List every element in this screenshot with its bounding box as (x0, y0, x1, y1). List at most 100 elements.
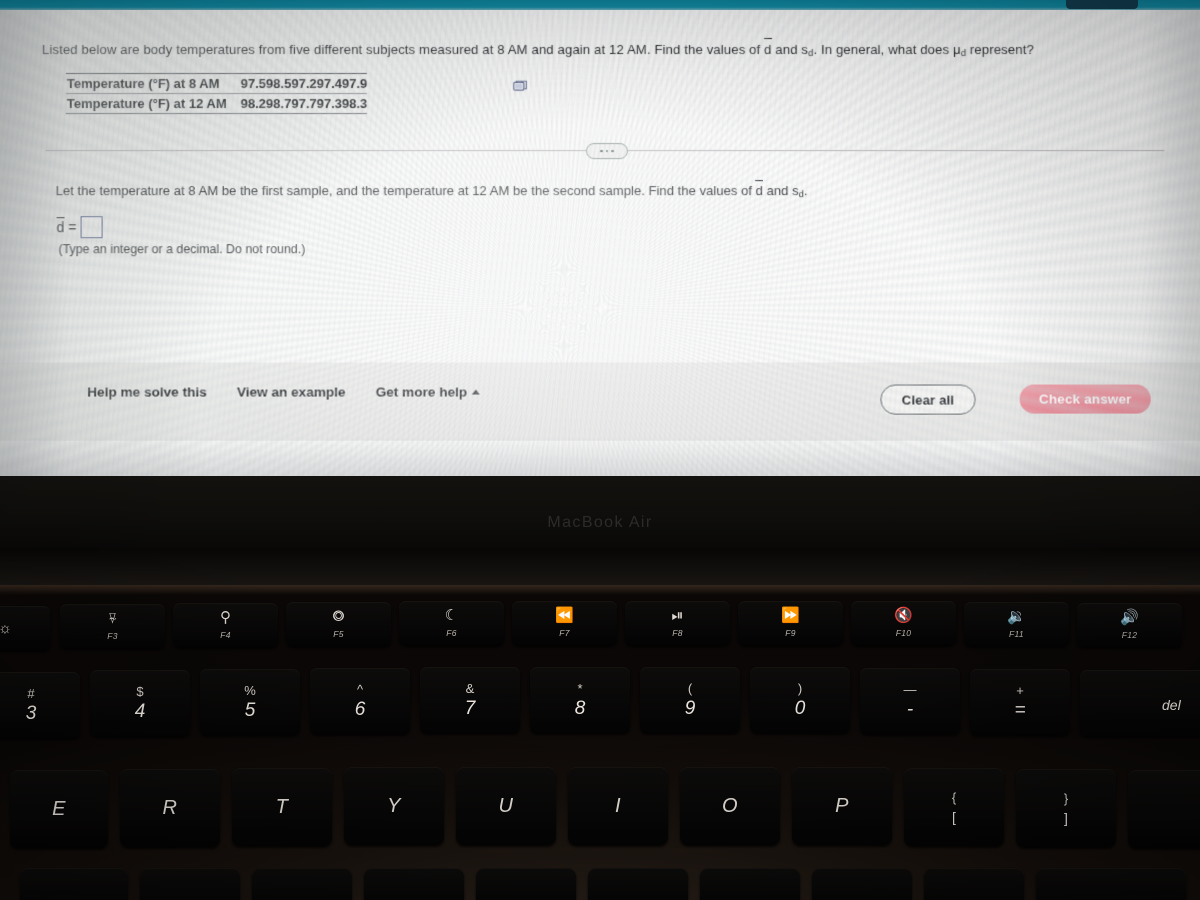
key-i[interactable]: I (568, 767, 668, 845)
key-f8[interactable]: ⏯ F8 (625, 601, 730, 645)
key-6-lower: 6 (354, 699, 366, 720)
key-backslash[interactable] (1128, 770, 1200, 848)
key-semicolon-partial[interactable] (812, 868, 912, 900)
key-d-partial[interactable] (20, 868, 128, 900)
key-f7-label: F7 (559, 628, 570, 639)
key-5-upper: % (244, 683, 256, 698)
clear-all-button[interactable]: Clear all (880, 384, 976, 415)
laptop-photo: Listed below are body temperatures from … (0, 0, 1200, 900)
cell-8am-3: 97.2 (291, 73, 317, 94)
question-text-mid: and s (771, 42, 809, 58)
key-g-partial[interactable] (252, 868, 352, 900)
key-o-label: O (721, 794, 739, 817)
key-f-partial[interactable] (140, 868, 240, 900)
key-3[interactable]: # 3 (0, 672, 80, 738)
answer-format-note: (Type an integer or a decimal. Do not ro… (58, 242, 306, 257)
key-f4[interactable]: ⚲ F4 (173, 603, 278, 647)
answer-input-box[interactable] (80, 216, 103, 239)
key-minus-lower: - (906, 699, 914, 720)
key-8-upper: * (577, 681, 583, 696)
search-icon: ⚲ (220, 609, 231, 627)
key-7-lower: 7 (464, 698, 476, 719)
table-row: Temperature (°F) at 12 AM 98.2 98.7 97.7… (65, 93, 368, 114)
key-6-upper: ^ (356, 682, 364, 697)
key-e[interactable]: E (10, 770, 108, 848)
key-f5[interactable]: ⭗ F5 (286, 602, 391, 646)
help-me-solve-this-link[interactable]: Help me solve this (87, 385, 207, 400)
key-0[interactable]: ) 0 (750, 667, 850, 733)
key-f9[interactable]: ⏩ F9 (738, 601, 843, 645)
laptop-screen: Listed below are body temperatures from … (0, 10, 1200, 491)
key-delete[interactable]: del (1080, 670, 1200, 736)
key-equals[interactable]: + = (970, 669, 1070, 735)
question-text-part3: represent? (966, 42, 1034, 58)
key-r[interactable]: R (120, 769, 220, 847)
cell-12am-4: 97.3 (316, 93, 342, 114)
screen-bezel-bottom (0, 476, 1200, 550)
caret-up-icon (472, 389, 481, 395)
key-f6[interactable]: ☾ F6 (399, 601, 504, 645)
key-k-partial[interactable] (588, 868, 688, 900)
key-3-lower: 3 (25, 703, 37, 724)
deck-front-edge (0, 585, 1200, 595)
key-5[interactable]: % 5 (200, 669, 300, 735)
key-l-partial[interactable] (700, 868, 800, 900)
key-8[interactable]: * 8 (530, 667, 630, 733)
question-text-part1: Listed below are body temperatures from … (41, 42, 765, 58)
key-f12[interactable]: 🔊 F12 (1077, 603, 1182, 647)
key-p[interactable]: P (792, 767, 892, 845)
key-u[interactable]: U (456, 767, 556, 845)
moon-do-not-disturb-icon: ☾ (444, 607, 459, 625)
key-right-bracket[interactable]: } ] (1016, 769, 1116, 847)
key-left-bracket[interactable]: { [ (904, 768, 1004, 846)
key-5-lower: 5 (244, 700, 256, 721)
key-j-partial[interactable] (476, 868, 576, 900)
key-t[interactable]: T (232, 768, 332, 846)
cell-8am-5: 97.9 (341, 73, 368, 94)
key-f2[interactable]: ☼ (0, 606, 50, 650)
key-f7[interactable]: ⏪ F7 (512, 601, 617, 645)
key-4-upper: $ (136, 684, 144, 699)
key-equals-lower: = (1014, 700, 1026, 721)
key-p-label: P (835, 794, 849, 817)
key-f3-label: F3 (107, 631, 118, 642)
volume-up-icon: 🔊 (1120, 609, 1139, 627)
key-h-partial[interactable] (364, 868, 464, 900)
key-f11-label: F11 (1009, 629, 1024, 640)
key-y[interactable]: Y (344, 767, 444, 845)
key-7[interactable]: & 7 (420, 667, 520, 733)
key-right-bracket-upper: } (1063, 790, 1069, 806)
ellipsis-pill-icon[interactable] (585, 143, 629, 160)
key-4[interactable]: $ 4 (90, 670, 190, 736)
key-f4-label: F4 (220, 630, 231, 641)
key-quote-partial[interactable] (924, 868, 1024, 900)
key-0-upper: ) (797, 681, 803, 696)
key-f11[interactable]: 🔉 F11 (964, 602, 1069, 646)
key-7-upper: & (465, 681, 475, 696)
key-f10[interactable]: 🔇 F10 (851, 601, 956, 645)
answer-d-bar-label: d (56, 219, 65, 236)
cell-8am-1: 97.5 (240, 73, 267, 94)
cell-12am-1: 98.2 (240, 93, 267, 114)
key-f3[interactable]: ⍫ F3 (60, 604, 165, 648)
view-an-example-link[interactable]: View an example (237, 385, 346, 400)
key-8-lower: 8 (574, 698, 586, 719)
popup-window-icon[interactable] (512, 79, 528, 91)
key-4-lower: 4 (134, 701, 146, 722)
brightness-up-icon: ☼ (0, 619, 12, 637)
help-links-group: Help me solve this View an example Get m… (87, 385, 481, 400)
microphone-icon: ⭗ (332, 608, 345, 626)
cell-12am-3: 97.7 (291, 93, 317, 114)
get-more-help-link[interactable]: Get more help (376, 385, 481, 400)
key-3-upper: # (27, 686, 35, 701)
key-return-partial[interactable] (1036, 868, 1186, 900)
key-o[interactable]: O (680, 767, 780, 845)
key-minus[interactable]: — - (860, 668, 960, 734)
key-6[interactable]: ^ 6 (310, 668, 410, 734)
key-left-bracket-upper: { (951, 789, 957, 805)
key-9[interactable]: ( 9 (640, 667, 740, 733)
check-answer-button[interactable]: Check answer (1019, 384, 1151, 414)
key-u-label: U (498, 794, 514, 817)
mission-control-icon: ⍫ (107, 610, 117, 628)
key-9-lower: 9 (684, 698, 696, 719)
